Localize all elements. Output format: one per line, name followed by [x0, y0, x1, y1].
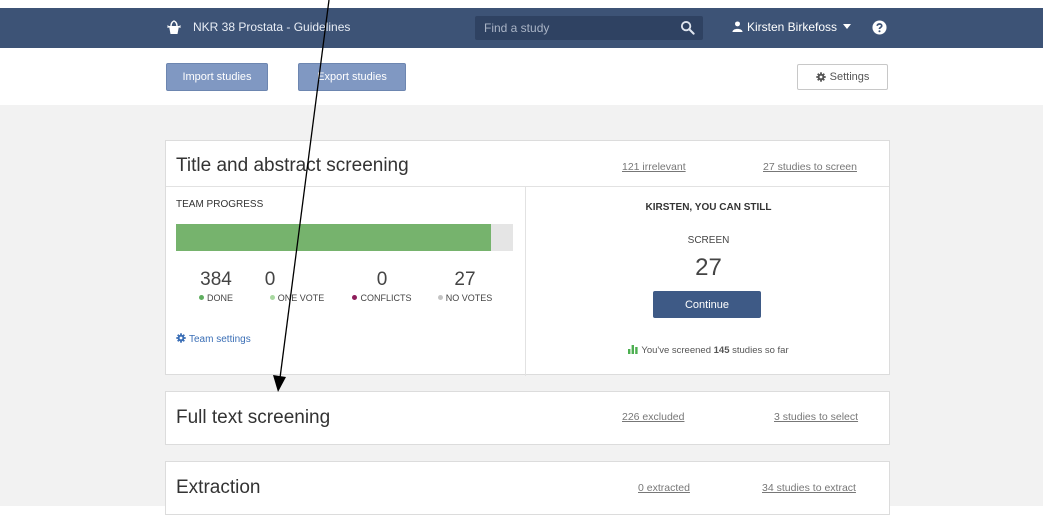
no-votes-dot	[437, 295, 443, 300]
stat-conflicts-label: CONFLICTS	[337, 293, 427, 303]
help-icon[interactable]	[872, 20, 887, 35]
full-text-card[interactable]: Full text screening 226 excluded 3 studi…	[165, 391, 890, 445]
navbar-inner: NKR 38 Prostata - Guidelines Kirsten Bir…	[166, 8, 891, 48]
export-studies-button[interactable]: Export studies	[298, 63, 406, 91]
import-studies-button[interactable]: Import studies	[166, 63, 268, 91]
stat-no-votes-count: 27	[454, 269, 476, 290]
search-icon[interactable]	[680, 20, 695, 35]
gear-icon	[176, 333, 186, 343]
bar-chart-icon	[628, 345, 638, 354]
studies-to-screen-link[interactable]: 27 studies to screen	[763, 161, 857, 173]
excluded-link[interactable]: 226 excluded	[622, 411, 684, 423]
conflicts-dot	[352, 295, 358, 300]
divider	[166, 186, 889, 187]
project-title[interactable]: NKR 38 Prostata - Guidelines	[193, 20, 350, 34]
done-dot	[198, 295, 204, 300]
team-settings-label: Team settings	[189, 334, 251, 345]
studies-to-extract-link[interactable]: 34 studies to extract	[762, 482, 856, 494]
gear-icon	[815, 72, 826, 82]
one-vote-dot	[269, 295, 275, 300]
stat-one-vote-label: ONE VOTE	[252, 293, 342, 303]
team-progress-label: TEAM PROGRESS	[176, 199, 264, 210]
search-box	[475, 16, 703, 40]
card-title: Title and abstract screening	[176, 155, 409, 176]
stat-one-vote-count: 0	[264, 269, 276, 290]
screen-count: 27	[695, 254, 722, 281]
card-title: Full text screening	[176, 407, 331, 428]
settings-label: Settings	[829, 71, 870, 83]
user-name: Kirsten Birkefoss	[747, 20, 838, 34]
stat-conflicts-count: 0	[376, 269, 388, 290]
screened-summary: You've screened 145 studies so far	[526, 344, 891, 356]
logo-icon[interactable]	[166, 20, 182, 36]
extracted-link[interactable]: 0 extracted	[638, 482, 690, 494]
stat-done-label: DONE	[171, 293, 261, 303]
extraction-card[interactable]: Extraction 0 extracted 34 studies to ext…	[165, 461, 890, 515]
user-icon	[732, 21, 743, 32]
settings-button[interactable]: Settings	[797, 64, 888, 90]
user-menu[interactable]: Kirsten Birkefoss	[732, 20, 852, 34]
caret-down-icon	[843, 24, 852, 29]
team-progress-bar	[176, 224, 513, 251]
card-title: Extraction	[176, 477, 261, 498]
kirsten-heading: KIRSTEN, YOU CAN STILL	[645, 202, 772, 213]
search-input[interactable]	[475, 16, 674, 40]
stat-no-votes-label: NO VOTES	[420, 293, 510, 303]
screen-label: SCREEN	[687, 235, 730, 246]
top-navbar: NKR 38 Prostata - Guidelines Kirsten Bir…	[0, 8, 1043, 48]
continue-button[interactable]: Continue	[653, 291, 761, 318]
studies-to-select-link[interactable]: 3 studies to select	[774, 411, 858, 423]
irrelevant-link[interactable]: 121 irrelevant	[622, 161, 686, 173]
team-settings-link[interactable]: Team settings	[176, 333, 251, 345]
title-abstract-card: Title and abstract screening 121 irrelev…	[165, 140, 891, 376]
progress-fill	[176, 224, 491, 251]
